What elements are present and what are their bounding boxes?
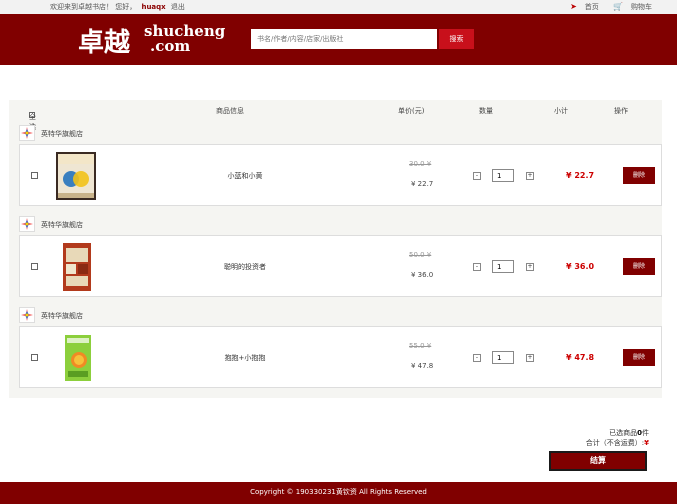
header-subtotal: 小计 — [554, 107, 568, 115]
search-button[interactable]: 搜索 — [439, 29, 474, 49]
book-cover-image[interactable] — [55, 151, 97, 201]
decrease-quantity-button[interactable]: - — [473, 263, 481, 271]
shop-logo-icon — [19, 307, 35, 323]
item-name[interactable]: 聪明的投资者 — [190, 262, 300, 272]
shop-name[interactable]: 英特华旗舰店 — [41, 129, 83, 139]
item-price: ¥ 47.8 — [411, 362, 434, 370]
item-checkbox[interactable] — [31, 263, 38, 270]
site-header: 卓越 shucheng .com 搜索 — [0, 14, 677, 65]
checkout-button[interactable]: 结算 — [549, 451, 647, 471]
increase-quantity-button[interactable]: + — [526, 354, 534, 362]
shop-logo-icon — [19, 125, 35, 141]
header-product: 商品信息 — [216, 107, 244, 115]
book-cover-image[interactable] — [55, 242, 97, 292]
cart-link[interactable]: 🛒 购物车 — [607, 2, 652, 11]
delete-button[interactable]: 删除 — [623, 349, 655, 366]
logo-domain: .com — [150, 37, 191, 55]
cart-item: 小蓝和小黄 30.0 ¥ ¥ 22.7 - + ¥ 22.7 删除 — [19, 144, 662, 206]
item-name[interactable]: 小蓝和小黄 — [190, 171, 300, 181]
delete-button[interactable]: 删除 — [623, 167, 655, 184]
item-original-price: 50.0 ¥ — [409, 251, 432, 259]
search-input[interactable] — [251, 29, 437, 49]
quantity-input[interactable] — [492, 351, 514, 364]
header-quantity: 数量 — [479, 107, 493, 115]
item-checkbox[interactable] — [31, 172, 38, 179]
header-unit-price: 单价(元) — [398, 107, 425, 115]
quantity-input[interactable] — [492, 260, 514, 273]
shop-name[interactable]: 英特华旗舰店 — [41, 311, 83, 321]
item-price: ¥ 36.0 — [411, 271, 434, 279]
item-subtotal: ¥ 36.0 — [566, 262, 595, 271]
home-link-label: 首页 — [584, 3, 599, 11]
cart-panel: 全选 商品信息 单价(元) 数量 小计 操作 英特华旗舰店 小蓝和小黄 30.0… — [9, 100, 662, 398]
item-name[interactable]: 抱抱+小抱抱 — [190, 353, 300, 363]
top-bar: 欢迎来到卓越书店！ 您好， huaqx 退出 ➤ 首页 🛒 购物车 — [0, 0, 677, 14]
book-cover-image[interactable] — [55, 333, 97, 383]
increase-quantity-button[interactable]: + — [526, 263, 534, 271]
logout-link[interactable]: 退出 — [171, 3, 185, 11]
top-links: ➤ 首页 🛒 购物车 — [558, 2, 652, 12]
home-link[interactable]: ➤ 首页 — [564, 2, 599, 11]
item-original-price: 55.0 ¥ — [409, 342, 432, 350]
item-checkbox[interactable] — [31, 354, 38, 361]
cart-item: 抱抱+小抱抱 55.0 ¥ ¥ 47.8 - + ¥ 47.8 删除 — [19, 326, 662, 388]
item-subtotal: ¥ 22.7 — [566, 171, 595, 180]
greeting-text: 您好， — [115, 3, 137, 11]
total-label: 合计（不含运费）: — [585, 439, 645, 447]
logo-chinese: 卓越 — [78, 28, 131, 58]
cart-link-label: 购物车 — [631, 3, 652, 11]
selected-suffix: 件 — [642, 429, 649, 437]
selected-prefix: 已选商品 — [609, 429, 638, 437]
total-currency: ¥ — [644, 439, 649, 447]
decrease-quantity-button[interactable]: - — [473, 172, 481, 180]
item-original-price: 30.0 ¥ — [409, 160, 432, 168]
cart-item: 聪明的投资者 50.0 ¥ ¥ 36.0 - + ¥ 36.0 删除 — [19, 235, 662, 297]
decrease-quantity-button[interactable]: - — [473, 354, 481, 362]
send-arrow-icon: ➤ — [570, 2, 577, 11]
total-summary: 合计（不含运费）:¥ — [586, 438, 649, 448]
quantity-input[interactable] — [492, 169, 514, 182]
cart-icon: 🛒 — [613, 2, 623, 11]
copyright-text: Copyright © 190330231黄钦资 All Rights Rese… — [250, 488, 427, 496]
cart-header: 全选 商品信息 单价(元) 数量 小计 操作 — [9, 100, 662, 131]
item-price: ¥ 22.7 — [411, 180, 434, 188]
shop-name[interactable]: 英特华旗舰店 — [41, 220, 83, 230]
delete-button[interactable]: 删除 — [623, 258, 655, 275]
increase-quantity-button[interactable]: + — [526, 172, 534, 180]
welcome-text: 欢迎来到卓越书店！ — [50, 3, 113, 11]
site-footer: Copyright © 190330231黄钦资 All Rights Rese… — [0, 482, 677, 504]
selected-summary: 已选商品0件 — [609, 428, 649, 438]
header-action: 操作 — [614, 107, 628, 115]
welcome-area: 欢迎来到卓越书店！ 您好， huaqx 退出 — [50, 2, 185, 12]
item-subtotal: ¥ 47.8 — [566, 353, 595, 362]
username-link[interactable]: huaqx — [141, 3, 165, 11]
shop-logo-icon — [19, 216, 35, 232]
